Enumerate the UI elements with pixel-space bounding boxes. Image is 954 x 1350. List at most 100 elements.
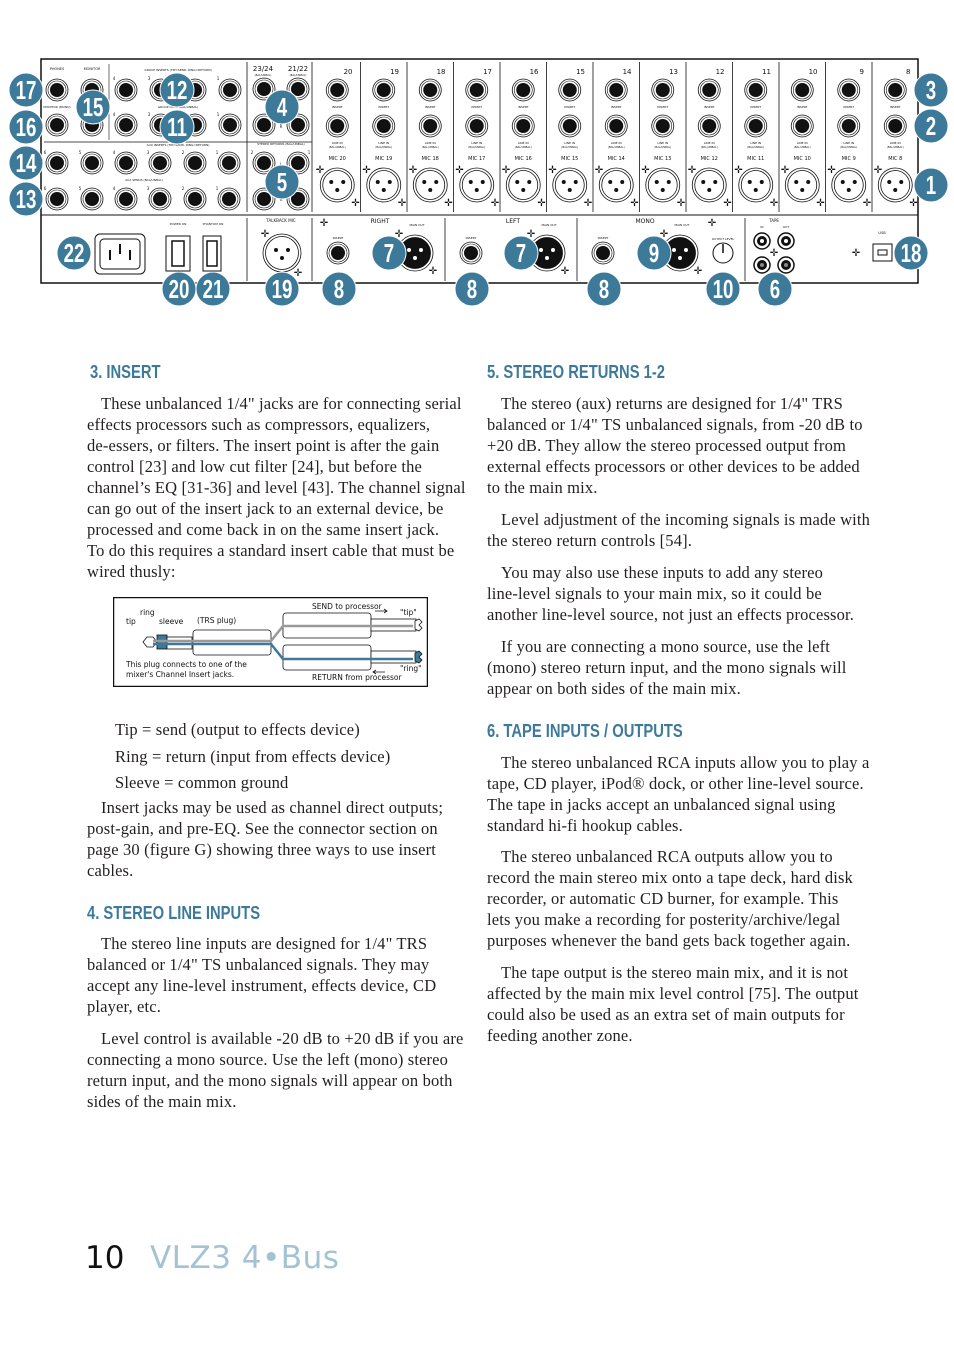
text-line: The tape output is the stereo main mix, … (501, 963, 849, 982)
text-line: cables. (87, 861, 134, 880)
callout-badge: 6 (757, 271, 793, 307)
screw-icon: ✛ (409, 165, 418, 176)
screw-icon: ✛ (351, 198, 360, 209)
label-insert: INSERT (598, 236, 609, 240)
label-bal-unbal: (BAL/UNBAL) (468, 145, 485, 149)
text-line: wired thusly: (87, 562, 176, 581)
text-line: return input, and the mono signals will … (87, 1071, 453, 1090)
manual-title: VLZ3 4•Bus (150, 1240, 340, 1276)
text-line: processed and come back in on the same i… (87, 520, 440, 539)
callout-badge: 14 (8, 145, 44, 181)
group-number: 3 (148, 112, 151, 117)
label-ring-quoted: "ring" (400, 664, 422, 673)
label-mic: MIC 20 (329, 156, 346, 162)
tape-para-2: The stereo unbalanced RCA outputs allow … (487, 846, 853, 951)
screw-icon: ✛ (429, 266, 438, 277)
text-line: page 30 (figure G) showing three ways to… (87, 840, 437, 859)
channel-number: 13 (669, 68, 678, 76)
text-line: channel’s EQ [31-36] and level [43]. The… (87, 478, 466, 497)
callout-badge: 8 (454, 271, 490, 307)
callout-badge: 13 (8, 181, 44, 217)
group-number: 1 (217, 112, 220, 117)
screw-icon: ✛ (261, 229, 270, 240)
aux-number: 2 (182, 186, 185, 191)
screw-icon: ✛ (852, 248, 861, 259)
label-sleeve: sleeve (159, 617, 184, 626)
label-mic: MIC 9 (842, 156, 856, 162)
callout-number: 7 (516, 238, 526, 268)
label-bal-unbal: (BAL/UNBAL) (561, 145, 578, 149)
rca-jack-icon (753, 256, 771, 274)
callout-badge: 22 (56, 235, 92, 271)
label-insert: INSERT (518, 105, 529, 109)
screw-icon: ✛ (455, 165, 464, 176)
callout-number: 3 (926, 75, 936, 105)
mic-xlr-icon (598, 167, 634, 203)
label-line-in: LINE IN (471, 141, 482, 145)
return-number: 1 (308, 150, 311, 155)
label-mic: MIC 8 (888, 156, 902, 162)
text-line: to the main mix. (487, 478, 598, 497)
label-line-in: LINE IN (378, 141, 389, 145)
mic-xlr-icon (877, 167, 913, 203)
text-line: To do this requires a standard insert ca… (87, 541, 455, 560)
screw-icon: ✛ (734, 165, 743, 176)
insert-jack-icon (326, 241, 350, 265)
callout-badge: 9 (636, 235, 672, 271)
text-line: Level control is available -20 dB to +20… (101, 1029, 464, 1048)
label-insert: INSERT (564, 105, 575, 109)
stereo-returns-para-1: The stereo (aux) returns are designed fo… (487, 393, 863, 498)
label-send: SEND to processor (312, 602, 383, 611)
label-line-in: LINE IN (518, 141, 529, 145)
callout-badge: 5 (264, 164, 300, 200)
label-note-2: mixer's Channel Insert jacks. (126, 670, 234, 679)
line-in-jack-icon (837, 114, 861, 138)
callout-number: 16 (16, 112, 37, 142)
screw-icon: ✛ (316, 165, 325, 176)
mic-xlr-icon (645, 167, 681, 203)
screw-icon: ✛ (677, 198, 686, 209)
line-in-jack-icon (604, 114, 628, 138)
label-left: LEFT (506, 218, 520, 225)
text-line: The stereo (aux) returns are designed fo… (501, 394, 843, 413)
label-line-in: LINE IN (890, 141, 901, 145)
channel-number: 11 (762, 68, 771, 76)
monitor-mono-jack-icon (45, 113, 69, 137)
label-mic: MIC 18 (422, 156, 439, 162)
aux-send-jack-icon (80, 187, 104, 211)
tape-para-1: The stereo unbalanced RCA inputs allow y… (487, 752, 869, 836)
label-23-24: 23/24 (253, 65, 274, 73)
mic-xlr-icon (552, 167, 588, 203)
text-line: These unbalanced 1/4" jacks are for conn… (101, 394, 462, 413)
insert-jack-icon (459, 241, 483, 265)
text-line: +20 dB. They allow the stereo processed … (487, 436, 846, 455)
callout-badge: 8 (586, 271, 622, 307)
callout-badge: 4 (264, 89, 300, 125)
callout-badge: 3 (913, 72, 949, 108)
mic-xlr-icon (831, 167, 867, 203)
callout-badge: 20 (161, 271, 197, 307)
aux-insert-jack-icon (148, 151, 172, 175)
aux-number: 4 (113, 186, 116, 191)
text-line: player, etc. (87, 997, 161, 1016)
line-in-jack-icon (883, 114, 907, 138)
callout-number: 7 (384, 238, 394, 268)
section-heading-insert: 3. INSERT (90, 362, 161, 382)
insert-jack-icon (418, 78, 442, 102)
insert-cable-diagram: tip ring sleeve (TRS plug) SEND to proce… (113, 597, 428, 687)
screw-icon: ✛ (444, 198, 453, 209)
label-insert: INSERT (425, 105, 436, 109)
callout-number: 19 (272, 274, 293, 304)
aux-number: 6 (44, 150, 47, 155)
screw-icon: ✛ (584, 198, 593, 209)
text-line: affected by the main mix level control [… (487, 984, 859, 1003)
label-tip-quoted: "tip" (400, 608, 417, 617)
tape-para-3: The tape output is the stereo main mix, … (487, 962, 858, 1046)
aux-insert-jack-icon (217, 151, 241, 175)
aux-number: 3 (147, 150, 150, 155)
screw-icon: ✛ (827, 165, 836, 176)
label-bal-unbal: (BAL/UNBAL) (290, 73, 307, 77)
label-line-in: LINE IN (657, 141, 668, 145)
label-tape-in: IN (760, 225, 763, 229)
phones-jack-icon (45, 78, 69, 102)
